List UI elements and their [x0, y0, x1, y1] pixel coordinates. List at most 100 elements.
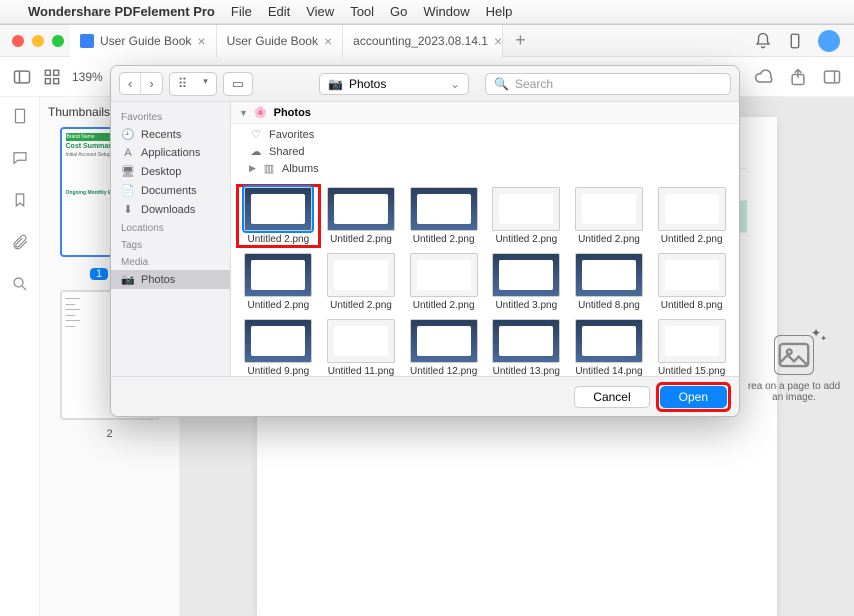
- avatar[interactable]: [818, 30, 840, 52]
- file-open-dialog: ‹ › ⠿ ▾ ▭ 📷 Photos ⌄ 🔍 Search Favorit: [110, 65, 740, 417]
- file-name: Untitled 12.png: [404, 366, 483, 376]
- app-name[interactable]: Wondershare PDFelement Pro: [28, 4, 215, 19]
- panel-icon[interactable]: [822, 67, 842, 87]
- back-button[interactable]: ‹: [120, 73, 141, 94]
- file-name: Untitled 8.png: [652, 300, 731, 311]
- open-button-highlight: Open: [660, 386, 727, 408]
- sidebar-item-downloads[interactable]: ⬇Downloads: [111, 200, 230, 219]
- file-item[interactable]: Untitled 2.png: [570, 187, 649, 245]
- documents-icon: 📄: [121, 184, 135, 197]
- file-item[interactable]: Untitled 3.png: [487, 253, 566, 311]
- cloud-icon[interactable]: [754, 67, 774, 87]
- photos-app-icon: 🌸: [254, 106, 268, 119]
- dialog-footer: Cancel Open: [111, 376, 739, 416]
- menu-go[interactable]: Go: [390, 4, 407, 19]
- icon-view-icon[interactable]: ⠿: [170, 73, 196, 95]
- file-thumbnail: [244, 187, 312, 231]
- disclosure-icon[interactable]: ▼: [239, 108, 248, 118]
- bell-icon[interactable]: [754, 32, 772, 50]
- comment-icon[interactable]: [11, 149, 29, 167]
- search-input[interactable]: 🔍 Search: [485, 73, 731, 95]
- zoom-value[interactable]: 139%: [72, 70, 103, 84]
- sidebar-item-applications[interactable]: AApplications: [111, 144, 230, 162]
- attachment-icon[interactable]: [11, 233, 29, 251]
- tab[interactable]: User Guide Book×: [70, 25, 217, 57]
- file-thumbnail: [658, 319, 726, 363]
- window-close[interactable]: [12, 35, 24, 47]
- file-name: Untitled 8.png: [570, 300, 649, 311]
- tab[interactable]: accounting_2023.08.14.1×: [343, 25, 503, 57]
- file-item[interactable]: Untitled 9.png: [239, 319, 318, 376]
- view-mode[interactable]: ⠿ ▾: [169, 72, 217, 96]
- file-item[interactable]: Untitled 15.png: [652, 319, 731, 376]
- file-thumbnail: [492, 187, 560, 231]
- nav-buttons: ‹ ›: [119, 72, 163, 95]
- sidebar-item-desktop[interactable]: 🖥Desktop: [111, 162, 230, 181]
- file-item[interactable]: Untitled 12.png: [404, 319, 483, 376]
- location-select[interactable]: 📷 Photos ⌄: [319, 73, 469, 95]
- sidebar-item-documents[interactable]: 📄Documents: [111, 181, 230, 200]
- file-item[interactable]: Untitled 2.png: [239, 187, 318, 245]
- file-item[interactable]: Untitled 8.png: [652, 253, 731, 311]
- group-button[interactable]: ▭: [223, 72, 253, 96]
- window-minimize[interactable]: [32, 35, 44, 47]
- close-icon[interactable]: ×: [324, 33, 332, 49]
- sub-favorites[interactable]: ♡Favorites: [249, 126, 721, 143]
- doc-icon: [80, 34, 94, 48]
- grid-icon[interactable]: [42, 67, 62, 87]
- search-icon[interactable]: [11, 275, 29, 293]
- window-maximize[interactable]: [52, 35, 64, 47]
- page-number-badge: 1: [90, 268, 108, 280]
- share-icon[interactable]: [788, 67, 808, 87]
- cancel-button[interactable]: Cancel: [574, 386, 649, 408]
- file-item[interactable]: Untitled 2.png: [404, 253, 483, 311]
- file-item[interactable]: Untitled 11.png: [322, 319, 401, 376]
- image-drop-hint: ✦ ✦ rea on a page to add an image.: [744, 335, 844, 403]
- section-locations: Locations: [111, 219, 230, 236]
- dialog-sidebar: Favorites 🕘Recents AApplications 🖥Deskto…: [111, 102, 231, 376]
- file-thumbnail: [575, 253, 643, 297]
- file-thumbnail: [410, 253, 478, 297]
- menu-help[interactable]: Help: [486, 4, 513, 19]
- file-thumbnail: [492, 253, 560, 297]
- open-button[interactable]: Open: [660, 386, 727, 408]
- close-icon[interactable]: ×: [494, 33, 502, 49]
- file-item[interactable]: Untitled 2.png: [487, 187, 566, 245]
- section-favorites: Favorites: [111, 108, 230, 125]
- sidebar-toggle-icon[interactable]: [12, 67, 32, 87]
- file-item[interactable]: Untitled 2.png: [239, 253, 318, 311]
- chevron-updown-icon: ⌄: [450, 77, 460, 91]
- menu-tool[interactable]: Tool: [350, 4, 374, 19]
- folder-group-icon: ▭: [224, 73, 252, 95]
- app-window: User Guide Book× User Guide Book× accoun…: [0, 24, 854, 616]
- add-tab-button[interactable]: +: [503, 30, 538, 51]
- chevron-down-icon[interactable]: ▾: [195, 73, 216, 95]
- close-icon[interactable]: ×: [197, 33, 205, 49]
- device-icon[interactable]: [786, 32, 804, 50]
- page-icon[interactable]: [11, 107, 29, 125]
- file-item[interactable]: Untitled 14.png: [570, 319, 649, 376]
- file-item[interactable]: Untitled 2.png: [322, 187, 401, 245]
- tab[interactable]: User Guide Book×: [217, 25, 344, 57]
- file-item[interactable]: Untitled 8.png: [570, 253, 649, 311]
- menu-edit[interactable]: Edit: [268, 4, 290, 19]
- heart-icon: ♡: [249, 128, 263, 141]
- menu-file[interactable]: File: [231, 4, 252, 19]
- file-area: ▼ 🌸 Photos ♡Favorites ☁Shared ▶▥Albums U…: [231, 102, 739, 376]
- menu-view[interactable]: View: [306, 4, 334, 19]
- sub-shared[interactable]: ☁Shared: [249, 143, 721, 160]
- bookmark-icon[interactable]: [11, 191, 29, 209]
- sub-albums[interactable]: ▶▥Albums: [249, 160, 721, 177]
- desktop-icon: 🖥: [121, 165, 135, 178]
- file-item[interactable]: Untitled 13.png: [487, 319, 566, 376]
- forward-button[interactable]: ›: [141, 73, 161, 94]
- menu-window[interactable]: Window: [423, 4, 469, 19]
- file-item[interactable]: Untitled 2.png: [322, 253, 401, 311]
- image-placeholder-icon: ✦ ✦: [774, 335, 814, 375]
- sidebar-item-photos[interactable]: 📷Photos: [111, 270, 230, 289]
- file-item[interactable]: Untitled 2.png: [652, 187, 731, 245]
- file-name: Untitled 2.png: [404, 234, 483, 245]
- file-item[interactable]: Untitled 2.png: [404, 187, 483, 245]
- section-tags: Tags: [111, 236, 230, 253]
- sidebar-item-recents[interactable]: 🕘Recents: [111, 125, 230, 144]
